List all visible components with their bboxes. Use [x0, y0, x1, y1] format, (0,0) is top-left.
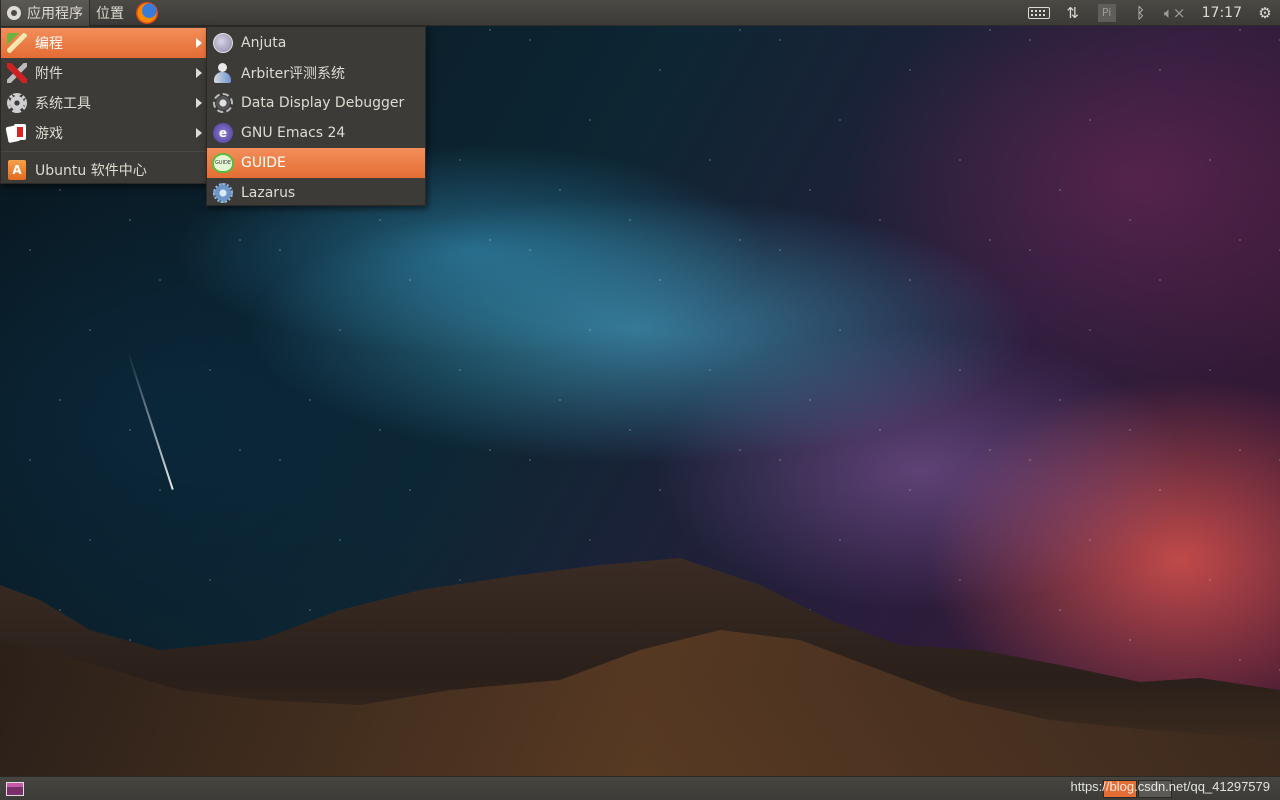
gear-icon — [5, 91, 29, 115]
anjuta-icon — [211, 31, 235, 55]
ubuntu-logo-icon — [7, 5, 21, 20]
emacs-icon: e — [211, 121, 235, 145]
top-panel: 应用程序 位置 ⇅ Pi ᛒ 🔈︎× 17:17 ⚙ — [0, 0, 1280, 26]
applications-menu: 编程 附件 系统工具 游戏 A Ubuntu 软件中心 — [0, 26, 207, 184]
pi-indicator[interactable]: Pi — [1090, 0, 1124, 26]
menu-item-label: Lazarus — [241, 185, 296, 201]
show-desktop-icon[interactable] — [6, 781, 24, 796]
menu-item-programming[interactable]: 编程 — [1, 28, 206, 58]
network-indicator[interactable]: ⇅ — [1056, 0, 1090, 26]
menu-item-label: Arbiter评测系统 — [241, 66, 345, 82]
menu-item-software-center[interactable]: A Ubuntu 软件中心 — [1, 155, 206, 185]
firefox-launcher-icon[interactable] — [136, 1, 158, 24]
menu-item-label: GUIDE — [241, 155, 286, 171]
applications-label: 应用程序 — [27, 5, 83, 22]
menu-item-label: Data Display Debugger — [241, 95, 405, 111]
places-menu-button[interactable]: 位置 — [90, 0, 130, 26]
keyboard-indicator[interactable] — [1022, 0, 1056, 26]
brush-icon — [5, 31, 29, 55]
programming-submenu: Anjuta Arbiter评测系统 Data Display Debugger… — [206, 26, 426, 206]
menu-item-arbiter[interactable]: Arbiter评测系统 — [207, 58, 425, 88]
menu-item-anjuta[interactable]: Anjuta — [207, 28, 425, 58]
ddd-icon — [211, 91, 235, 115]
bottom-panel: https://blog.csdn.net/qq_41297579 — [0, 776, 1280, 800]
clock[interactable]: 17:17 — [1192, 5, 1250, 21]
menu-item-emacs[interactable]: e GNU Emacs 24 — [207, 118, 425, 148]
panel-indicators: ⇅ Pi ᛒ 🔈︎× 17:17 ⚙ — [1022, 0, 1280, 26]
submenu-arrow-icon — [196, 68, 202, 78]
menu-item-label: 编程 — [35, 36, 63, 52]
menu-item-accessories[interactable]: 附件 — [1, 58, 206, 88]
speaker-muted-icon: 🔈︎× — [1163, 3, 1186, 22]
lazarus-icon — [211, 181, 235, 205]
submenu-arrow-icon — [196, 38, 202, 48]
menu-item-label: Ubuntu 软件中心 — [35, 163, 147, 179]
tools-icon — [5, 61, 29, 85]
menu-item-lazarus[interactable]: Lazarus — [207, 178, 425, 208]
submenu-arrow-icon — [196, 128, 202, 138]
menu-separator — [1, 151, 206, 152]
pi-icon: Pi — [1097, 3, 1116, 22]
menu-item-system-tools[interactable]: 系统工具 — [1, 88, 206, 118]
guide-icon: GUIDE — [211, 151, 235, 175]
bluetooth-icon: ᛒ — [1136, 3, 1146, 22]
menu-item-label: GNU Emacs 24 — [241, 125, 346, 141]
menu-item-label: Anjuta — [241, 35, 287, 51]
watermark-text: https://blog.csdn.net/qq_41297579 — [1070, 779, 1271, 794]
network-arrows-icon: ⇅ — [1066, 3, 1079, 22]
keyboard-icon — [1027, 6, 1050, 19]
menu-item-ddd[interactable]: Data Display Debugger — [207, 88, 425, 118]
software-center-icon: A — [5, 158, 29, 182]
menu-item-guide[interactable]: GUIDE GUIDE — [207, 148, 425, 178]
sound-indicator[interactable]: 🔈︎× — [1158, 0, 1192, 26]
arbiter-icon — [211, 61, 235, 85]
bluetooth-indicator[interactable]: ᛒ — [1124, 0, 1158, 26]
menu-item-games[interactable]: 游戏 — [1, 118, 206, 148]
applications-menu-button[interactable]: 应用程序 — [0, 0, 90, 26]
menu-item-label: 系统工具 — [35, 96, 91, 112]
places-label: 位置 — [96, 5, 124, 22]
submenu-arrow-icon — [196, 98, 202, 108]
menu-item-label: 附件 — [35, 66, 63, 82]
session-menu[interactable]: ⚙ — [1250, 0, 1280, 26]
power-gear-icon: ⚙ — [1258, 3, 1272, 22]
menu-item-label: 游戏 — [35, 126, 63, 142]
cards-icon — [5, 121, 29, 145]
